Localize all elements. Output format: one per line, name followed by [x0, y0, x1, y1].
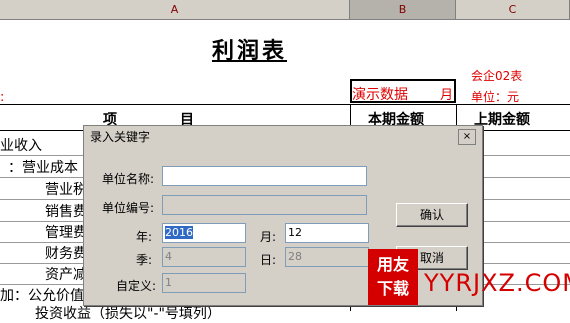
quarter-input[interactable]: 4 [162, 247, 246, 267]
year-input[interactable]: 2016 [162, 223, 246, 243]
left-red-mark: : [0, 90, 5, 105]
custom-label: 自定义: [116, 279, 157, 293]
table-row: ：营业成本 [8, 160, 78, 176]
month-suffix: 月 [440, 88, 454, 103]
table-row: 投资收益（损失以"-"号填列） [35, 306, 221, 322]
month-label: 月: [260, 230, 277, 244]
table-row: 业收入 [0, 138, 42, 154]
report-title: 利润表 [212, 38, 288, 64]
year-value: 2016 [165, 226, 193, 239]
watermark-logo-line2: 下载 [376, 279, 409, 298]
close-icon: × [462, 131, 472, 142]
column-header-c[interactable]: C [456, 0, 570, 20]
table-top-border [0, 104, 570, 105]
unit-code-label: 单位编号: [102, 201, 155, 215]
column-header-b[interactable]: B [350, 0, 456, 20]
dialog-title: 录入关键字 [90, 130, 151, 144]
unit-name-input[interactable] [162, 166, 367, 186]
month-input[interactable]: 12 [285, 223, 369, 243]
unit-code-input[interactable] [162, 195, 367, 215]
year-label: 年: [136, 230, 153, 244]
confirm-button[interactable]: 确认 [396, 203, 468, 227]
watermark-logo: 用友 下载 [368, 249, 418, 305]
table-row: 管理费 [45, 225, 87, 241]
watermark-logo-line1: 用友 [376, 255, 409, 274]
quarter-label: 季: [136, 253, 153, 267]
table-row: 资产减 [45, 267, 87, 283]
table-row: 销售费 [45, 204, 87, 220]
column-header-label: B [398, 3, 407, 16]
column-header-a[interactable]: A [0, 0, 350, 20]
table-row: 财务费 [45, 246, 87, 262]
demo-data-label: 演示数据 [352, 87, 408, 103]
report-code: 会企02表 [471, 69, 523, 83]
close-button[interactable]: × [458, 129, 476, 145]
day-label: 日: [260, 253, 277, 267]
day-input[interactable]: 28 [285, 247, 369, 267]
watermark: 用友 下载 YYRJXZ.COM [368, 249, 570, 311]
table-row: 加：公允价值 [0, 288, 84, 304]
unit-label: 单位：元 [471, 90, 520, 104]
custom-input[interactable]: 1 [162, 273, 246, 293]
column-header-label: C [508, 3, 517, 16]
column-header-label: A [170, 3, 179, 16]
unit-name-label: 单位名称: [102, 172, 155, 186]
dialog-titlebar[interactable]: 录入关键字 × [84, 126, 482, 148]
watermark-url: YYRJXZ.COM [424, 269, 570, 297]
table-row: 营业税 [45, 182, 87, 198]
